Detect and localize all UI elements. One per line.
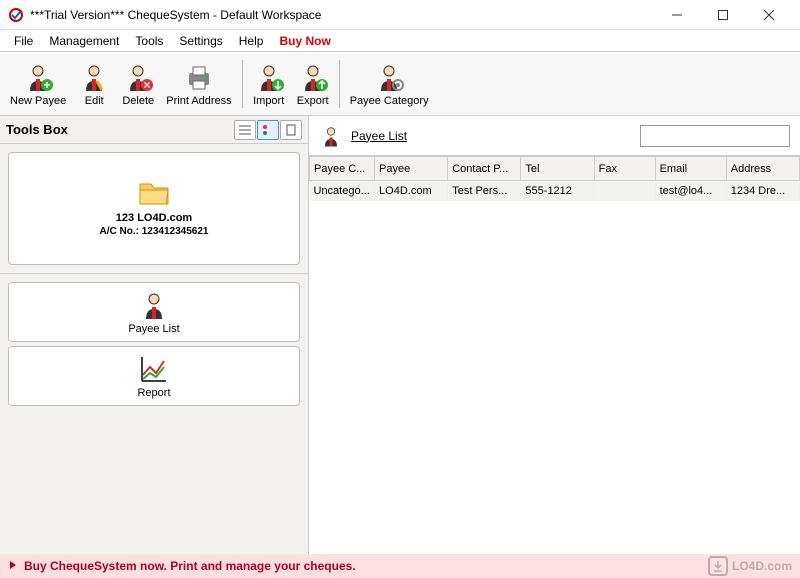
left-panel: Tools Box 123 LO4D.com A/C No.: 12341234… <box>0 116 308 554</box>
chart-icon <box>138 353 170 385</box>
toolbar-separator <box>242 60 243 108</box>
menu-settings[interactable]: Settings <box>171 32 230 50</box>
menu-bar: File Management Tools Settings Help Buy … <box>0 30 800 52</box>
printer-icon <box>183 61 215 93</box>
col-payee[interactable]: Payee <box>375 157 448 181</box>
export-button[interactable]: Export <box>291 54 335 114</box>
list-header: Payee List <box>309 116 800 156</box>
edit-button[interactable]: Edit <box>72 54 116 114</box>
toolbar-label: Export <box>297 95 329 107</box>
person-import-icon <box>253 61 285 93</box>
account-name: 123 LO4D.com <box>116 212 192 224</box>
title-bar: ***Trial Version*** ChequeSystem - Defau… <box>0 0 800 30</box>
col-fax[interactable]: Fax <box>594 157 655 181</box>
account-section: 123 LO4D.com A/C No.: 123412345621 <box>0 144 308 274</box>
table-container[interactable]: Payee C... Payee Contact P... Tel Fax Em… <box>309 156 800 554</box>
toolbar-label: Edit <box>85 95 104 107</box>
toolbar-label: Print Address <box>166 95 231 107</box>
nav-label: Report <box>137 387 170 399</box>
toolbar-label: Delete <box>122 95 154 107</box>
nav-report[interactable]: Report <box>8 346 300 406</box>
app-icon <box>8 7 24 23</box>
col-tel[interactable]: Tel <box>521 157 594 181</box>
account-card[interactable]: 123 LO4D.com A/C No.: 123412345621 <box>8 152 300 265</box>
toolbar-label: Payee Category <box>350 95 429 107</box>
nav-label: Payee List <box>128 323 179 335</box>
view-icons-button[interactable] <box>257 120 279 140</box>
menu-tools[interactable]: Tools <box>127 32 171 50</box>
person-add-icon: + <box>22 61 54 93</box>
list-title: Payee List <box>351 129 632 143</box>
cell-payee-category: Uncatego... <box>310 181 375 201</box>
cell-address: 1234 Dre... <box>726 181 799 201</box>
cell-fax <box>594 181 655 201</box>
toolbar-label: New Payee <box>10 95 66 107</box>
menu-buy-now[interactable]: Buy Now <box>271 32 338 50</box>
import-button[interactable]: Import <box>247 54 291 114</box>
view-detail-button[interactable] <box>280 120 302 140</box>
svg-text:×: × <box>144 78 151 92</box>
folder-icon <box>138 180 170 206</box>
payee-category-button[interactable]: Payee Category <box>344 54 435 114</box>
close-button[interactable] <box>746 0 792 30</box>
toolbar-label: Import <box>253 95 284 107</box>
right-panel: Payee List Payee C... Payee Contact P...… <box>308 116 800 554</box>
payee-table: Payee C... Payee Contact P... Tel Fax Em… <box>309 156 800 201</box>
status-text: Buy ChequeSystem now. Print and manage y… <box>24 559 356 573</box>
col-payee-category[interactable]: Payee C... <box>310 157 375 181</box>
cell-contact-person: Test Pers... <box>448 181 521 201</box>
window-title: ***Trial Version*** ChequeSystem - Defau… <box>30 8 654 22</box>
person-delete-icon: × <box>122 61 154 93</box>
menu-help[interactable]: Help <box>231 32 272 50</box>
maximize-button[interactable] <box>700 0 746 30</box>
menu-management[interactable]: Management <box>41 32 127 50</box>
svg-text:+: + <box>44 78 51 92</box>
delete-button[interactable]: × Delete <box>116 54 160 114</box>
nav-section: Payee List Report <box>0 274 308 554</box>
col-address[interactable]: Address <box>726 157 799 181</box>
person-icon <box>138 289 170 321</box>
new-payee-button[interactable]: + New Payee <box>4 54 72 114</box>
toolbar: + New Payee Edit × Delete Print Address … <box>0 52 800 116</box>
cell-payee: LO4D.com <box>375 181 448 201</box>
col-contact-person[interactable]: Contact P... <box>448 157 521 181</box>
cell-tel: 555-1212 <box>521 181 594 201</box>
view-list-button[interactable] <box>234 120 256 140</box>
search-input[interactable] <box>640 125 790 147</box>
person-icon <box>319 122 343 150</box>
minimize-button[interactable] <box>654 0 700 30</box>
person-edit-icon <box>78 61 110 93</box>
status-bar[interactable]: Buy ChequeSystem now. Print and manage y… <box>0 554 800 578</box>
nav-payee-list[interactable]: Payee List <box>8 282 300 342</box>
col-email[interactable]: Email <box>655 157 726 181</box>
person-gear-icon <box>373 61 405 93</box>
table-row[interactable]: Uncatego... LO4D.com Test Pers... 555-12… <box>310 181 800 201</box>
toolsbox-header: Tools Box <box>0 116 308 144</box>
account-number: A/C No.: 123412345621 <box>100 226 209 237</box>
menu-file[interactable]: File <box>6 32 41 50</box>
person-export-icon <box>297 61 329 93</box>
toolbar-separator <box>339 60 340 108</box>
arrow-right-icon <box>8 559 18 573</box>
toolsbox-title: Tools Box <box>6 122 233 137</box>
print-address-button[interactable]: Print Address <box>160 54 237 114</box>
cell-email: test@lo4... <box>655 181 726 201</box>
